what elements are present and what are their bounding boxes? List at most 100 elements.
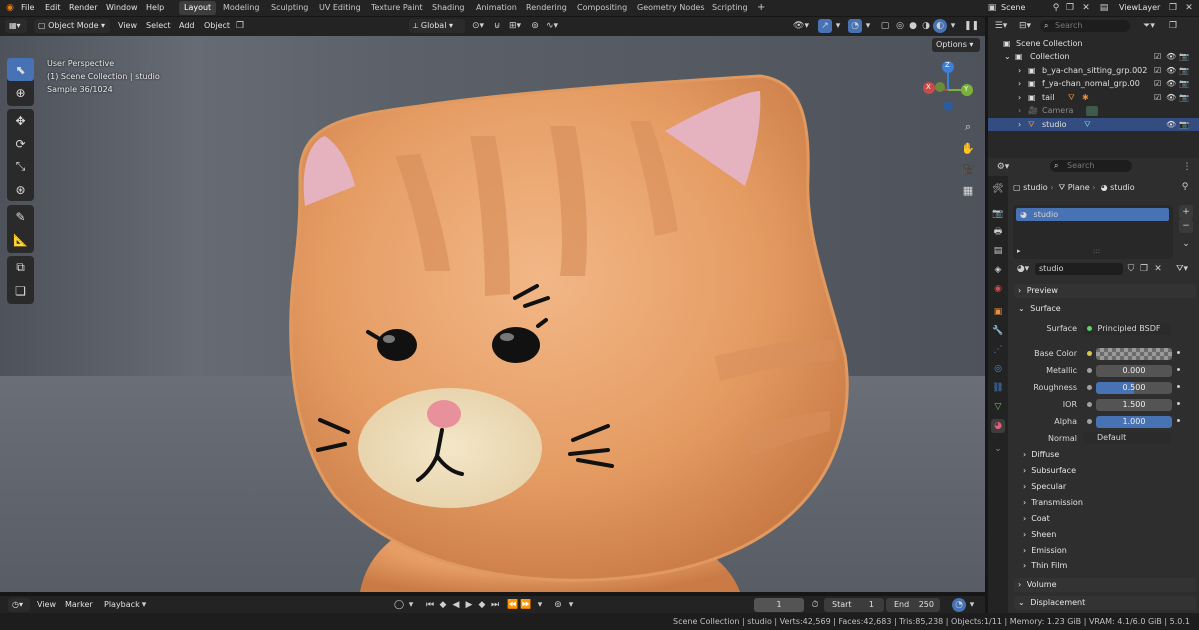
new-view-layer-icon[interactable]: ❐	[1167, 1, 1179, 15]
delete-scene-icon[interactable]: ✕	[1080, 1, 1092, 15]
shading-solid-icon[interactable]: ●	[907, 19, 919, 33]
keying-icon[interactable]: ◯	[392, 598, 406, 612]
outliner-funnel-icon[interactable]: ⏷▾	[1140, 19, 1158, 33]
transform-orientation-dropdown[interactable]: ⟂ Global ▾	[409, 19, 465, 33]
stopwatch-icon[interactable]: ⏱	[808, 598, 822, 612]
menu-file[interactable]: File	[21, 0, 34, 16]
viewport-menu-add[interactable]: Add	[179, 19, 195, 33]
viewport-menu-object[interactable]: Object	[204, 19, 230, 33]
subsection-transmission[interactable]: › Transmission	[1020, 496, 1199, 510]
3d-viewport[interactable]: User Perspective (1) Scene Collection | …	[0, 36, 985, 592]
material-name-field[interactable]: studio	[1035, 263, 1123, 275]
tab-more[interactable]: ⌄	[991, 442, 1005, 456]
link-dropdown-icon[interactable]: ⛛▾	[1172, 262, 1192, 276]
tab-geometry-nodes[interactable]: Geometry Nodes	[632, 1, 709, 15]
tab-modeling[interactable]: Modeling	[218, 1, 264, 15]
measure-tool[interactable]: 📐	[7, 228, 34, 251]
next-key-icon[interactable]: ◆	[476, 598, 488, 612]
outliner-row-nomal-grp[interactable]: › ▣ f_ya-chan_nomal_grp.00 ☑ 👁 📷	[988, 77, 1199, 90]
pause-render-icon[interactable]: ❚❚	[964, 19, 979, 33]
next-frame-icon[interactable]: ⏩	[520, 598, 532, 612]
outliner-row-collection[interactable]: ⌄ ▣ Collection ☑ 👁 📷	[988, 50, 1199, 63]
timeline-view-icon[interactable]: ◔	[952, 598, 966, 612]
end-frame-field[interactable]: End 250	[886, 598, 940, 612]
outliner-row-studio[interactable]: › ⛛ studio ⛛ 👁 📷	[988, 118, 1199, 131]
value-socket-dot[interactable]	[1087, 385, 1092, 390]
pivot-icon[interactable]: ⊙▾	[468, 19, 488, 33]
tab-world[interactable]: ◉	[991, 282, 1005, 296]
new-collection-icon[interactable]: ❐	[1166, 19, 1180, 33]
scale-tool[interactable]: ⤡	[7, 155, 34, 178]
slot-specials-icon[interactable]: ⌄	[1179, 237, 1193, 251]
tab-tool[interactable]: 🛠	[991, 182, 1005, 196]
menu-window[interactable]: Window	[106, 0, 138, 16]
falloff-icon[interactable]: ∿▾	[542, 19, 562, 33]
render-icon[interactable]: 📷	[1179, 77, 1189, 90]
preview-section-header[interactable]: › Preview	[1014, 284, 1196, 298]
playback-dropdown-icon[interactable]: ▾	[139, 598, 149, 612]
pin-icon[interactable]: ⚲	[1179, 180, 1191, 194]
visibility-icon[interactable]: 👁▾	[791, 19, 811, 33]
outliner-filter-icon[interactable]: ⊟▾	[1016, 19, 1034, 33]
timeline-menu-view[interactable]: View	[37, 596, 56, 612]
prev-key-icon[interactable]: ◆	[437, 598, 449, 612]
tab-sculpting[interactable]: Sculpting	[266, 1, 313, 15]
pin-icon[interactable]: ⚲	[1050, 1, 1062, 15]
eye-icon[interactable]: 👁	[1166, 77, 1176, 90]
editor-type-button[interactable]: ▦▾	[5, 19, 27, 33]
eye-icon[interactable]: 👁	[1166, 50, 1176, 63]
unlink-material-icon[interactable]: ✕	[1152, 262, 1164, 276]
checkbox-icon[interactable]: ☑	[1154, 64, 1161, 77]
normal-field[interactable]: Default	[1083, 432, 1171, 444]
subsection-coat[interactable]: › Coat	[1020, 512, 1199, 526]
snap-icon[interactable]: ⊍	[490, 19, 504, 33]
shading-material-icon[interactable]: ◑	[920, 19, 932, 33]
properties-options-icon[interactable]: ⋮	[1180, 160, 1194, 174]
properties-editor-type[interactable]: ⚙▾	[994, 160, 1012, 174]
blender-logo-icon[interactable]: ◉	[3, 1, 17, 15]
tab-physics[interactable]: ◎	[991, 362, 1005, 376]
add-slot-button[interactable]: +	[1179, 205, 1193, 219]
cursor-tool[interactable]: ⊕	[7, 81, 34, 104]
tab-shading[interactable]: Shading	[427, 1, 470, 15]
color-socket-dot[interactable]	[1087, 351, 1092, 356]
tab-uv-editing[interactable]: UV Editing	[314, 1, 366, 15]
camera-view-button[interactable]: 🎥	[958, 159, 978, 179]
displacement-section-header[interactable]: ⌄ Displacement	[1014, 596, 1196, 610]
start-frame-field[interactable]: Start 1	[824, 598, 884, 612]
eye-icon[interactable]: 👁	[1166, 118, 1176, 131]
scene-selector[interactable]: Scene	[1001, 0, 1025, 16]
gizmo-toggle-icon[interactable]: ↗	[818, 19, 832, 33]
value-socket-dot[interactable]	[1087, 402, 1092, 407]
list-expand-icon[interactable]: ▸	[1017, 247, 1021, 255]
collapse-icon[interactable]: ›	[1018, 118, 1021, 131]
current-frame-field[interactable]: 1	[754, 598, 804, 612]
eye-icon[interactable]: 👁	[1166, 91, 1176, 104]
add-workspace-button[interactable]: +	[752, 1, 770, 15]
ior-field[interactable]: 1.500	[1096, 399, 1172, 411]
material-browse-icon[interactable]: ◕▾	[1013, 262, 1033, 276]
outliner-row-sitting-grp[interactable]: › ▣ b_ya-chan_sitting_grp.002 ☑ 👁 📷	[988, 64, 1199, 77]
timeline-menu-playback[interactable]: Playback	[104, 596, 140, 612]
subsection-subsurface[interactable]: › Subsurface	[1020, 464, 1199, 478]
keying-dropdown-icon[interactable]: ▾	[406, 598, 416, 612]
xray-icon[interactable]: ▢	[878, 19, 892, 33]
collapse-icon[interactable]: ›	[1018, 77, 1021, 90]
timeline-menu-marker[interactable]: Marker	[65, 596, 93, 612]
tab-object[interactable]: ▣	[991, 305, 1005, 319]
tab-view-layer[interactable]: ▤	[991, 244, 1005, 258]
metallic-field[interactable]: 0.000	[1096, 365, 1172, 377]
subsection-specular[interactable]: › Specular	[1020, 480, 1199, 494]
gizmo-dropdown-icon[interactable]: ▾	[833, 19, 843, 33]
value-socket-dot[interactable]	[1087, 419, 1092, 424]
jump-start-icon[interactable]: ⏮	[424, 598, 436, 612]
viewport-menu-select[interactable]: Select	[146, 19, 171, 33]
keyframe-dot[interactable]	[1177, 368, 1180, 371]
roughness-field[interactable]: 0.500	[1096, 382, 1172, 394]
timeline-editor-type[interactable]: ◷▾	[8, 598, 30, 612]
material-slot-item[interactable]: ◕ studio	[1016, 208, 1169, 221]
checkbox-icon[interactable]: ☑	[1154, 77, 1161, 90]
object-mode-dropdown[interactable]: ▢ Object Mode ▾	[34, 19, 110, 33]
navigation-gizmo[interactable]: Z Y X	[918, 60, 978, 120]
tab-data[interactable]: ▽	[991, 400, 1005, 414]
